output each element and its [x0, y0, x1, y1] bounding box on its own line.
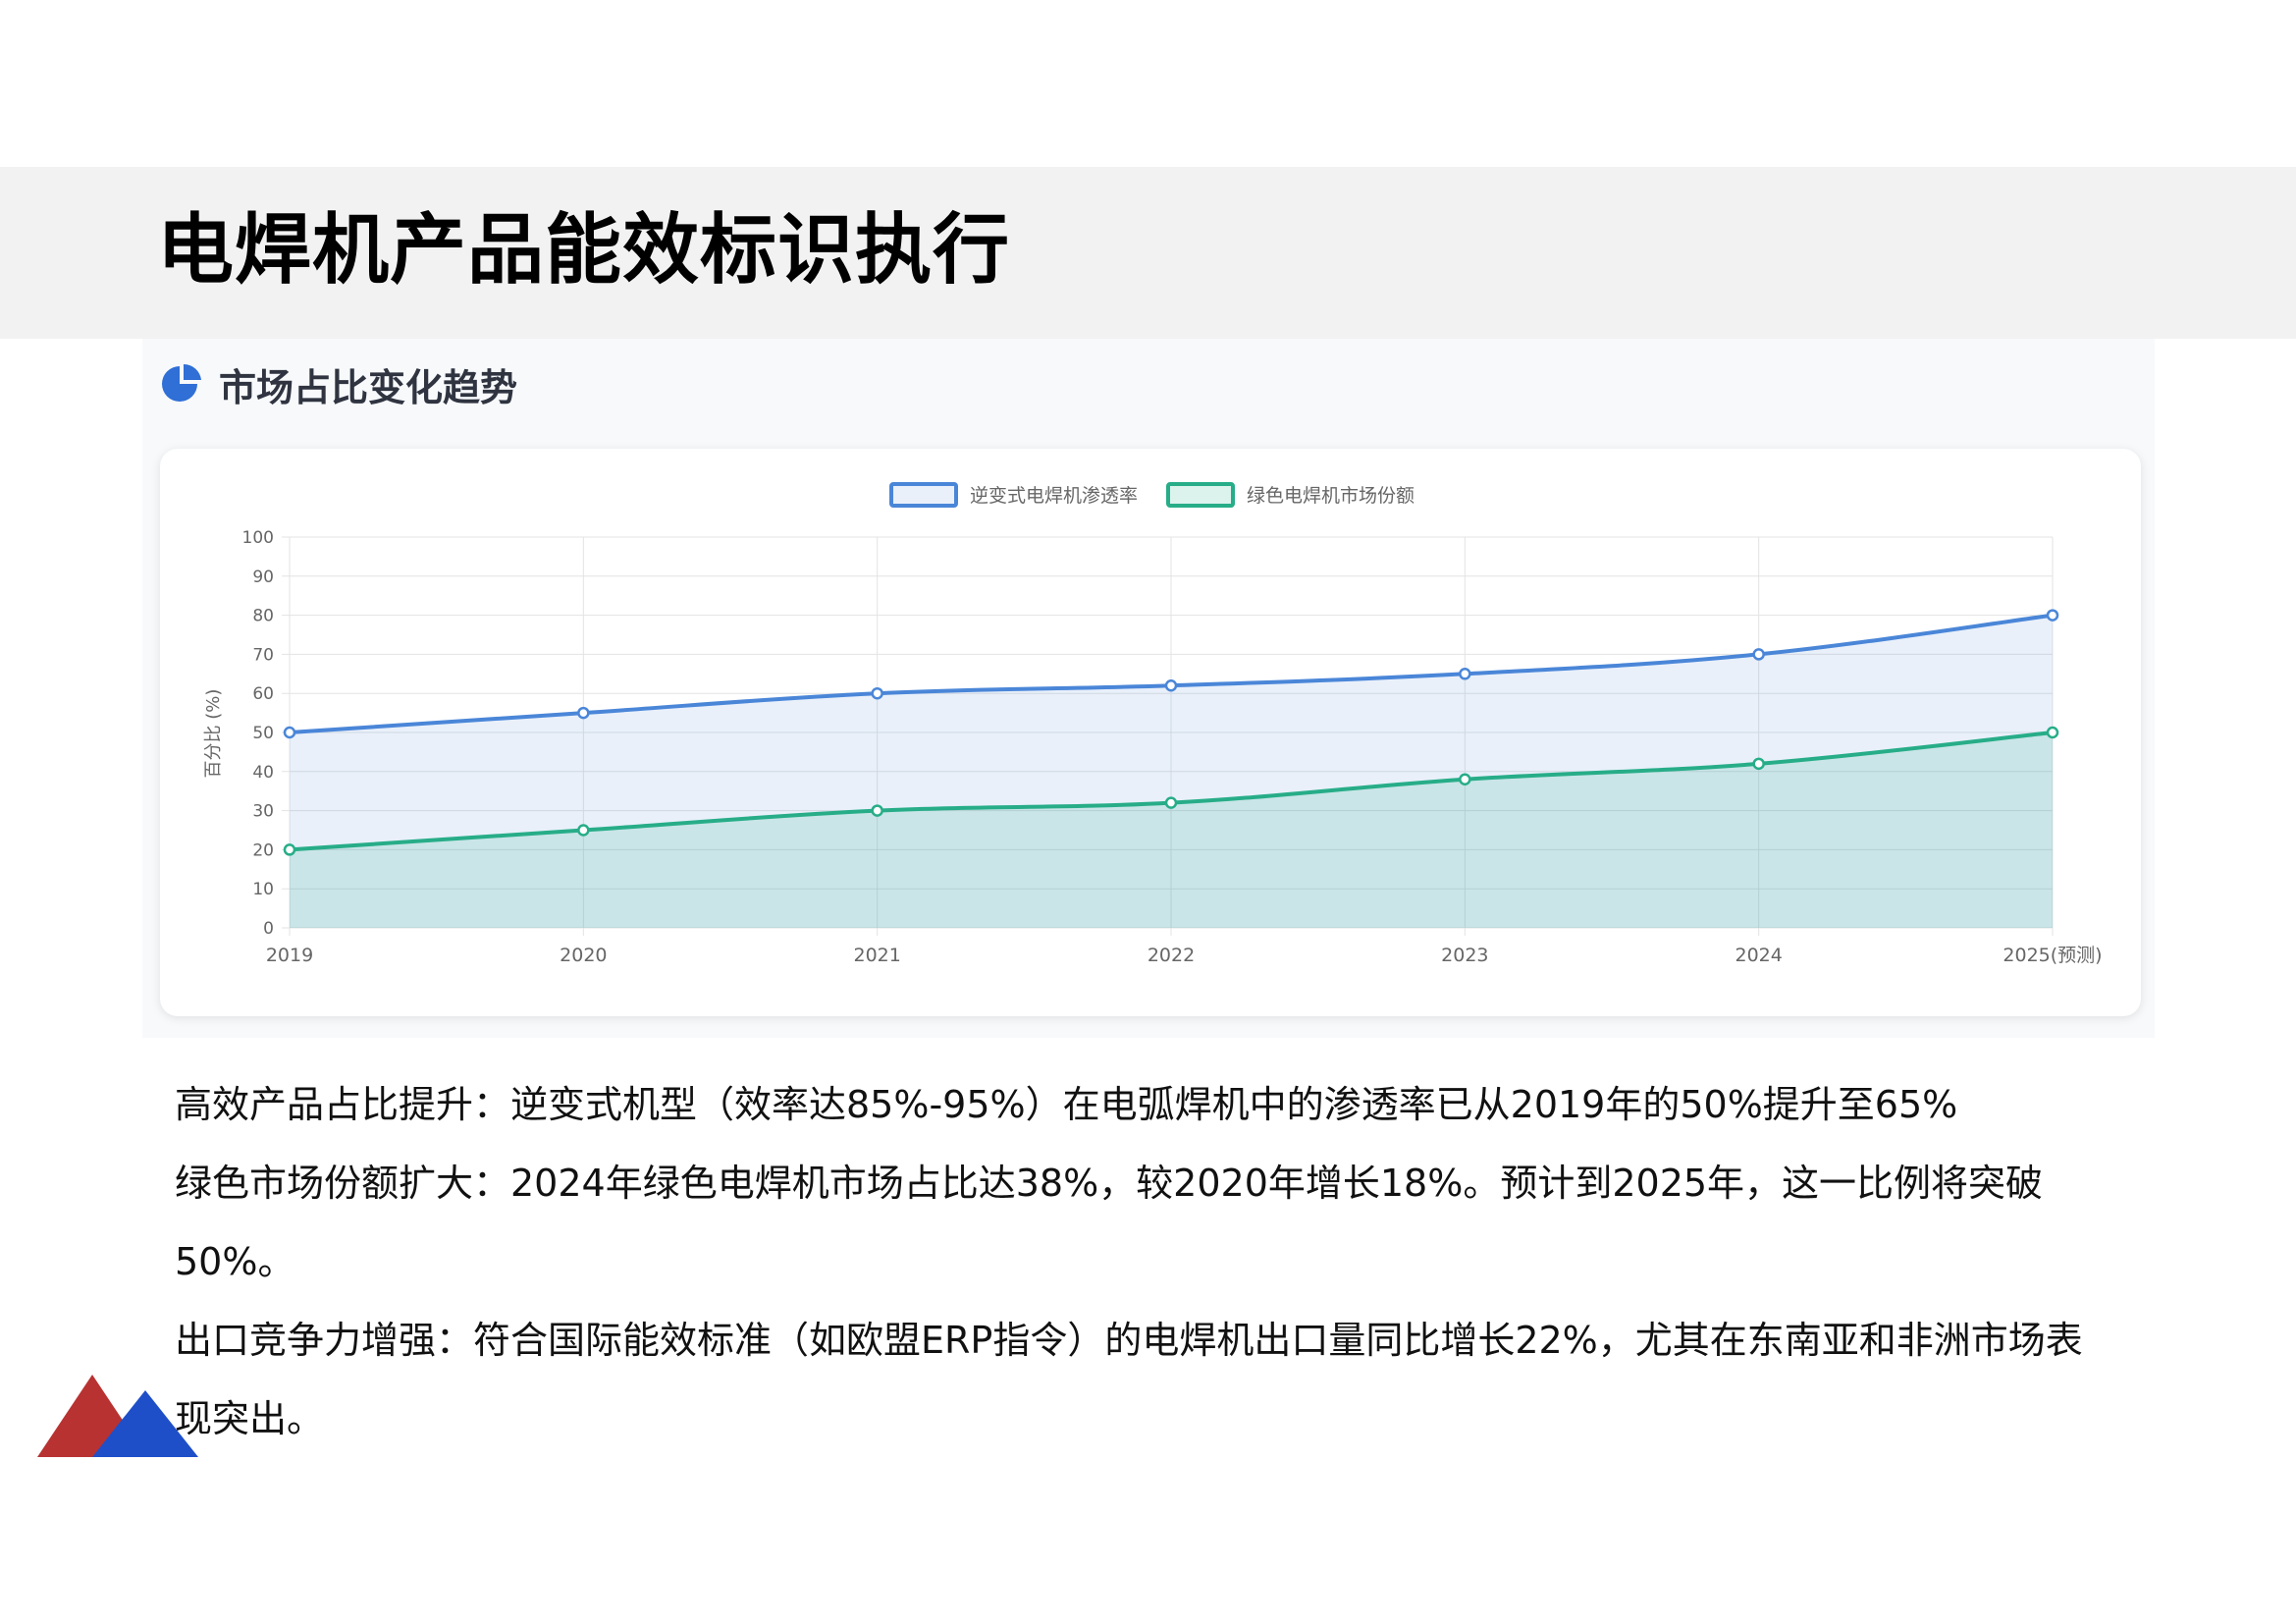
pie-chart-icon — [162, 363, 201, 402]
note-export-cont: 现突出。 — [175, 1397, 325, 1440]
data-point — [577, 706, 590, 720]
data-point — [577, 824, 590, 837]
data-point — [2046, 609, 2059, 622]
area-chart: 0 10 20 30 40 50 60 70 80 90 100 2019 2020 2021 2022 20… — [203, 482, 2103, 966]
section-title: 市场占比变化趋势 — [219, 365, 518, 409]
x-tick-label: 2022 — [1148, 945, 1195, 966]
note-green-share: 绿色市场份额扩大：2024年绿色电焊机市场占比达38%，较2020年增长18%。… — [175, 1162, 2044, 1283]
data-point — [2046, 726, 2059, 739]
section-header: 市场占比变化趋势 — [160, 358, 517, 409]
data-point — [1164, 678, 1178, 692]
legend-label-0: 逆变式电焊机渗透率 — [970, 485, 1138, 507]
x-tick-label: 2019 — [266, 945, 313, 966]
y-tick-label: 10 — [252, 880, 274, 899]
data-point — [1459, 668, 1471, 680]
x-tick-label: 2025(预测) — [2002, 945, 2102, 966]
y-tick-label: 20 — [252, 840, 274, 860]
x-tick-label: 2021 — [853, 945, 900, 966]
y-tick-label: 60 — [252, 684, 274, 704]
chart-card: 0 10 20 30 40 50 60 70 80 90 100 2019 2020 2021 2022 20… — [160, 449, 2141, 1016]
legend-swatch-0 — [889, 482, 958, 508]
note-export: 出口竞争力增强：符合国际能效标准（如欧盟ERP指令）的电焊机出口量同比增长22%… — [175, 1319, 2083, 1362]
y-tick-label: 100 — [242, 528, 274, 548]
data-point — [1459, 773, 1471, 786]
chart-panel: 市场占比变化趋势 0 10 20 30 40 50 60 70 80 90 100 2019 2020 2… — [142, 339, 2155, 1038]
y-tick-label: 50 — [252, 724, 274, 743]
notes-list: 高效产品占比提升：逆变式机型（效率达85%-95%）在电弧焊机中的渗透率已从20… — [175, 1065, 2158, 1458]
x-tick-label: 2023 — [1441, 945, 1488, 966]
page-title: 电焊机产品能效标识执行 — [157, 206, 1011, 295]
x-tick-label: 2020 — [560, 945, 607, 966]
y-tick-label: 30 — [252, 802, 274, 822]
y-tick-label: 90 — [252, 568, 274, 587]
y-axis-label: 百分比 (%) — [203, 689, 224, 779]
data-point — [283, 843, 296, 856]
data-point — [1752, 757, 1765, 771]
legend-swatch-1 — [1166, 482, 1235, 508]
note-efficiency: 高效产品占比提升：逆变式机型（效率达85%-95%）在电弧焊机中的渗透率已从20… — [175, 1083, 1958, 1126]
data-point — [1164, 796, 1178, 809]
data-point — [1752, 648, 1765, 661]
chart-legend: 逆变式电焊机渗透率 绿色电焊机市场份额 — [889, 482, 1415, 508]
data-point — [283, 726, 296, 739]
y-tick-label: 80 — [252, 607, 274, 626]
data-point — [871, 804, 883, 817]
logo-triangles-icon — [37, 1375, 198, 1457]
y-tick-label: 40 — [252, 763, 274, 783]
data-point — [871, 686, 883, 700]
x-tick-label: 2024 — [1735, 945, 1782, 966]
legend-label-1: 绿色电焊机市场份额 — [1247, 485, 1415, 507]
y-tick-label: 0 — [263, 919, 274, 939]
y-tick-label: 70 — [252, 645, 274, 665]
